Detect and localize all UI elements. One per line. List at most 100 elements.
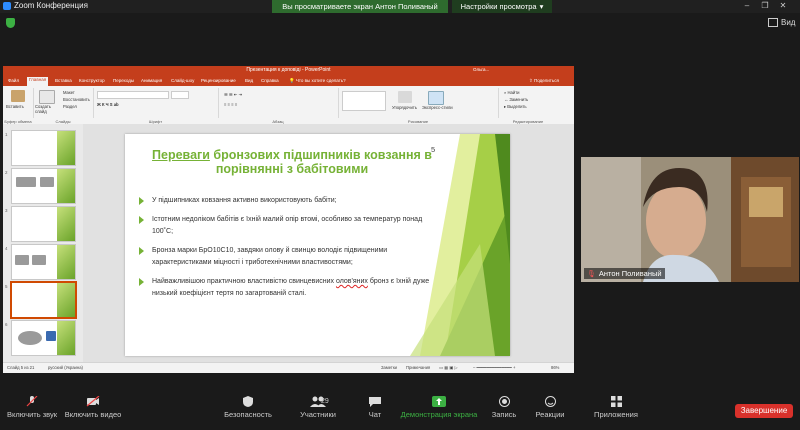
current-slide[interactable]: Переваги бронзових підшипників ковзання … [125, 134, 510, 356]
slide-title-rest: бронзових підшипників ковзання в порівня… [209, 148, 432, 176]
slide-thumbnail-2[interactable] [11, 168, 76, 204]
arrange-icon[interactable] [398, 91, 412, 103]
quick-styles-icon[interactable] [428, 91, 444, 105]
bullet-item[interactable]: Бронза марки БрО10С10, завдяки олову й с… [139, 245, 439, 269]
shield-icon[interactable] [6, 18, 15, 28]
slide-thumbnails: 1 2 3 4 5 6 [3, 124, 83, 362]
speaker-video[interactable]: 🎙 Антон Поливаный [581, 157, 799, 282]
slide-thumbnail-1[interactable] [11, 130, 76, 166]
new-slide-icon[interactable] [39, 90, 55, 104]
replace-button[interactable]: ↔ Заменить [504, 97, 528, 102]
chat-icon [369, 397, 381, 407]
tell-me-search[interactable]: 💡 Что вы хотите сделать? [289, 78, 346, 84]
apps-icon [610, 396, 622, 407]
thumb-decor [57, 169, 75, 203]
share-button[interactable]: ⇧ Поделиться [529, 78, 559, 84]
tab-animation[interactable]: Анимация [141, 78, 162, 83]
apps-button[interactable]: Приложения [590, 392, 642, 419]
quick-styles-button[interactable]: Экспресс-стили [422, 105, 453, 110]
new-slide-button[interactable]: Создать слайд [35, 104, 57, 114]
align-icons[interactable]: ≡ ≡ ≡ ≡ [224, 102, 237, 107]
ribbon-group-font: Ж К Ч S ab Шрифт [93, 88, 219, 124]
bullet-arrow-icon [139, 216, 144, 224]
bullet-item[interactable]: У підшипниках ковзання активно використо… [139, 195, 439, 207]
view-button[interactable]: Вид [768, 18, 795, 27]
bullet-item[interactable]: Найважливішою практичною властивістю сви… [139, 276, 439, 300]
reactions-button[interactable]: Реакции [532, 392, 568, 419]
maximize-icon[interactable]: ❐ [758, 1, 772, 10]
language-status[interactable]: русский (Украина) [48, 365, 83, 370]
slide-title[interactable]: Переваги бронзових підшипників ковзання … [147, 148, 437, 176]
end-meeting-button[interactable]: Завершение [735, 404, 793, 418]
participants-label: Участники [300, 410, 336, 419]
mic-off-icon [26, 396, 38, 407]
record-button[interactable]: Запись [488, 392, 520, 419]
close-icon[interactable]: ✕ [776, 1, 790, 10]
slide-number: 5 [431, 145, 436, 154]
tab-insert[interactable]: Вставка [55, 78, 72, 83]
chevron-down-icon: ▾ [539, 2, 544, 11]
tab-slideshow[interactable]: Слайд-шоу [171, 78, 194, 83]
tab-view[interactable]: Вид [245, 78, 253, 83]
find-label: Найти [507, 90, 520, 95]
thumb-decor [57, 131, 75, 165]
share-banner: Вы просматриваете экран Антон Поливаный [272, 0, 448, 13]
font-size-select[interactable] [171, 91, 189, 99]
unmute-button[interactable]: Включить звук [4, 392, 60, 419]
tab-help[interactable]: Справка [261, 78, 279, 83]
zoom-slider[interactable]: – ━━━━━━━━━━━━━━ + [473, 365, 515, 370]
thumb-image [40, 177, 54, 187]
reset-button[interactable]: Восстановить [63, 97, 90, 102]
security-button[interactable]: Безопасность [220, 392, 276, 419]
record-label: Запись [491, 410, 517, 419]
arrange-button[interactable]: Упорядочить [392, 105, 417, 110]
font-name-select[interactable] [97, 91, 169, 99]
bullet-text: Істотним недоліком бабітів є їхній малий… [152, 216, 423, 235]
list-icons[interactable]: ☰ ☰ ⇤ ⇥ [224, 92, 242, 97]
participants-button[interactable]: Участники [292, 392, 344, 419]
zoom-level[interactable]: 86% [551, 365, 559, 370]
bold-icon[interactable]: Ж К Ч S ab [97, 102, 119, 107]
slide-thumbnail-5[interactable] [10, 281, 77, 319]
chat-button[interactable]: Чат [360, 392, 390, 419]
start-video-button[interactable]: Включить видео [62, 392, 124, 419]
thumb-decor [57, 245, 75, 279]
ppt-statusbar: Слайд 5 из 21 русский (Украина) Заметки … [3, 362, 574, 373]
slide-thumbnail-3[interactable] [11, 206, 76, 242]
find-button[interactable]: ⌕ Найти [504, 90, 519, 95]
thumb-image [18, 331, 42, 345]
record-icon [498, 396, 510, 407]
view-mode-icons[interactable]: ▭ ▦ ▣ ▷ [439, 365, 458, 370]
slide-thumbnail-6[interactable] [11, 320, 76, 356]
view-label: Вид [781, 18, 796, 27]
thumb-number: 1 [5, 132, 8, 137]
shapes-gallery[interactable] [342, 91, 386, 111]
minimize-icon[interactable]: – [740, 1, 754, 10]
shared-screen: Презентация к доповіді - PowerPoint Ольг… [3, 66, 574, 373]
tab-design[interactable]: Конструктор [79, 78, 105, 83]
ppt-menubar: Файл Главная Вставка Конструктор Переход… [3, 76, 574, 86]
slide-thumbnail-4[interactable] [11, 244, 76, 280]
ribbon-group-clipboard: Вставить Буфер обмена [3, 88, 34, 124]
paste-icon[interactable] [11, 90, 25, 102]
thumb-decor [57, 283, 75, 317]
section-button[interactable]: Раздел [63, 104, 77, 109]
bullet-item[interactable]: Істотним недоліком бабітів є їхній малий… [139, 214, 439, 238]
meeting-toolbar: Включить звук Включить видео Безопасност… [0, 392, 800, 430]
comments-button[interactable]: Примечания [406, 365, 430, 370]
thumb-decor [57, 207, 75, 241]
view-settings-button[interactable]: Настройки просмотра ▾ [452, 0, 552, 13]
ribbon-group-drawing: Упорядочить Экспресс-стили Рисование [338, 88, 499, 124]
share-screen-button[interactable]: Демонстрация экрана [398, 392, 480, 419]
chat-label: Чат [368, 410, 382, 419]
tab-home[interactable]: Главная [27, 77, 49, 86]
tab-file[interactable]: Файл [8, 78, 19, 83]
notes-button[interactable]: Заметки [381, 365, 397, 370]
thumb-number: 2 [5, 170, 8, 175]
select-button[interactable]: ▸ Выделить [504, 104, 527, 109]
tab-review[interactable]: Рецензирование [201, 78, 236, 83]
paste-button[interactable]: Вставить [6, 104, 24, 109]
tab-transitions[interactable]: Переходы [113, 78, 134, 83]
layout-button[interactable]: Макет [63, 90, 75, 95]
bullet-text: Бронза марки БрО10С10, завдяки олову й с… [152, 247, 388, 266]
